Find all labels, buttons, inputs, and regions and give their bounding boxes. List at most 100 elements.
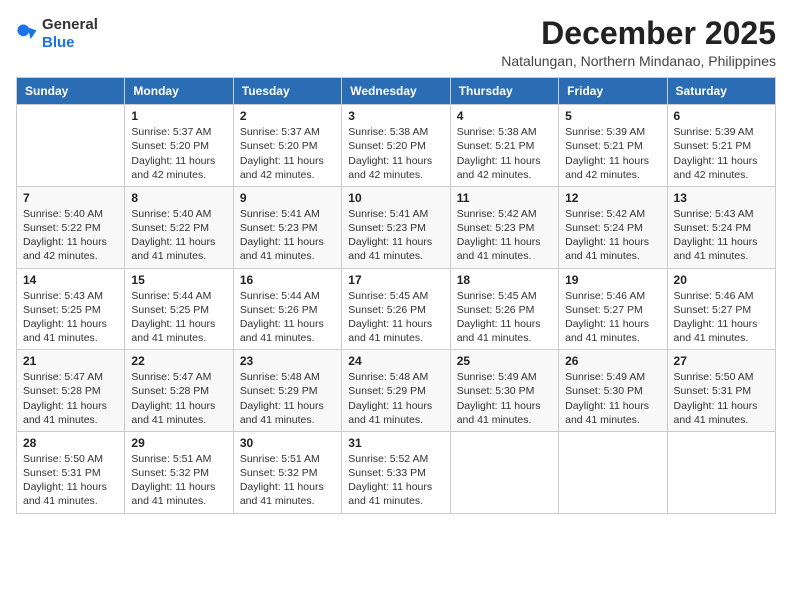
day-info: Sunrise: 5:51 AM Sunset: 5:32 PM Dayligh… [131, 452, 226, 509]
day-number: 19 [565, 273, 660, 287]
calendar-cell: 18Sunrise: 5:45 AM Sunset: 5:26 PM Dayli… [450, 268, 558, 350]
day-info: Sunrise: 5:38 AM Sunset: 5:21 PM Dayligh… [457, 125, 552, 182]
calendar-cell: 23 Sunrise: 5:48 AM Sunset: 5:29 PM Dayli… [233, 350, 341, 432]
day-info: Sunrise: 5:50 AM Sunset: 5:31 PM Dayligh… [23, 452, 118, 509]
logo-icon [16, 23, 38, 45]
calendar-cell: 25 Sunrise: 5:49 AM Sunset: 5:30 PM Dayli… [450, 350, 558, 432]
day-number: 9 [240, 191, 335, 205]
day-number: 2 [240, 109, 335, 123]
weekday-header-monday: Monday [125, 78, 233, 105]
calendar-cell: 3Sunrise: 5:38 AM Sunset: 5:20 PM Daylig… [342, 105, 450, 187]
day-number: 21 [23, 354, 118, 368]
calendar-week-4: 21 Sunrise: 5:47 AM Sunset: 5:28 PM Dayli… [17, 350, 776, 432]
day-info: Sunrise: 5:50 AM Sunset: 5:31 PM Dayligh… [674, 370, 769, 427]
calendar-cell: 26 Sunrise: 5:49 AM Sunset: 5:30 PM Dayli… [559, 350, 667, 432]
calendar-cell: 24Sunrise: 5:48 AM Sunset: 5:29 PM Dayli… [342, 350, 450, 432]
calendar-cell: 6 Sunrise: 5:39 AM Sunset: 5:21 PM Daylig… [667, 105, 775, 187]
calendar-cell: 12 Sunrise: 5:42 AM Sunset: 5:24 PM Dayli… [559, 186, 667, 268]
calendar-table: SundayMondayTuesdayWednesdayThursdayFrid… [16, 77, 776, 513]
calendar-cell: 19 Sunrise: 5:46 AM Sunset: 5:27 PM Dayli… [559, 268, 667, 350]
day-info: Sunrise: 5:39 AM Sunset: 5:21 PM Dayligh… [674, 125, 769, 182]
day-info: Sunrise: 5:41 AM Sunset: 5:23 PM Dayligh… [348, 207, 443, 264]
day-number: 13 [674, 191, 769, 205]
calendar-cell: 20Sunrise: 5:46 AM Sunset: 5:27 PM Dayli… [667, 268, 775, 350]
day-info: Sunrise: 5:40 AM Sunset: 5:22 PM Dayligh… [131, 207, 226, 264]
day-info: Sunrise: 5:44 AM Sunset: 5:25 PM Dayligh… [131, 289, 226, 346]
logo-general: General [42, 16, 98, 33]
logo: General Blue [16, 16, 98, 52]
weekday-header-saturday: Saturday [667, 78, 775, 105]
title-block: December 2025 Natalungan, Northern Minda… [501, 16, 776, 69]
day-info: Sunrise: 5:42 AM Sunset: 5:23 PM Dayligh… [457, 207, 552, 264]
calendar-cell: 10 Sunrise: 5:41 AM Sunset: 5:23 PM Dayli… [342, 186, 450, 268]
day-info: Sunrise: 5:41 AM Sunset: 5:23 PM Dayligh… [240, 207, 335, 264]
calendar-cell: 4 Sunrise: 5:38 AM Sunset: 5:21 PM Daylig… [450, 105, 558, 187]
weekday-header-row: SundayMondayTuesdayWednesdayThursdayFrid… [17, 78, 776, 105]
day-info: Sunrise: 5:46 AM Sunset: 5:27 PM Dayligh… [565, 289, 660, 346]
weekday-header-friday: Friday [559, 78, 667, 105]
calendar-cell: 2 Sunrise: 5:37 AM Sunset: 5:20 PM Daylig… [233, 105, 341, 187]
day-number: 8 [131, 191, 226, 205]
calendar-cell: 8 Sunrise: 5:40 AM Sunset: 5:22 PM Daylig… [125, 186, 233, 268]
day-number: 12 [565, 191, 660, 205]
day-info: Sunrise: 5:47 AM Sunset: 5:28 PM Dayligh… [23, 370, 118, 427]
day-info: Sunrise: 5:49 AM Sunset: 5:30 PM Dayligh… [457, 370, 552, 427]
calendar-week-1: 1 Sunrise: 5:37 AM Sunset: 5:20 PM Daylig… [17, 105, 776, 187]
calendar-cell: 14Sunrise: 5:43 AM Sunset: 5:25 PM Dayli… [17, 268, 125, 350]
day-info: Sunrise: 5:37 AM Sunset: 5:20 PM Dayligh… [131, 125, 226, 182]
day-number: 26 [565, 354, 660, 368]
weekday-header-wednesday: Wednesday [342, 78, 450, 105]
calendar-cell: 27 Sunrise: 5:50 AM Sunset: 5:31 PM Dayli… [667, 350, 775, 432]
day-number: 3 [348, 109, 443, 123]
day-number: 17 [348, 273, 443, 287]
calendar-week-2: 7Sunrise: 5:40 AM Sunset: 5:22 PM Daylig… [17, 186, 776, 268]
day-number: 29 [131, 436, 226, 450]
day-number: 1 [131, 109, 226, 123]
day-number: 25 [457, 354, 552, 368]
calendar-cell [17, 105, 125, 187]
calendar-cell [559, 431, 667, 513]
day-number: 30 [240, 436, 335, 450]
day-number: 23 [240, 354, 335, 368]
calendar-cell: 7Sunrise: 5:40 AM Sunset: 5:22 PM Daylig… [17, 186, 125, 268]
day-number: 16 [240, 273, 335, 287]
day-info: Sunrise: 5:51 AM Sunset: 5:32 PM Dayligh… [240, 452, 335, 509]
day-info: Sunrise: 5:39 AM Sunset: 5:21 PM Dayligh… [565, 125, 660, 182]
day-number: 11 [457, 191, 552, 205]
calendar-cell: 1 Sunrise: 5:37 AM Sunset: 5:20 PM Daylig… [125, 105, 233, 187]
day-info: Sunrise: 5:37 AM Sunset: 5:20 PM Dayligh… [240, 125, 335, 182]
day-number: 18 [457, 273, 552, 287]
page-header: General Blue December 2025 Natalungan, N… [16, 16, 776, 69]
location-subtitle: Natalungan, Northern Mindanao, Philippin… [501, 53, 776, 69]
calendar-cell [450, 431, 558, 513]
day-number: 28 [23, 436, 118, 450]
day-number: 4 [457, 109, 552, 123]
day-number: 14 [23, 273, 118, 287]
day-info: Sunrise: 5:42 AM Sunset: 5:24 PM Dayligh… [565, 207, 660, 264]
day-number: 15 [131, 273, 226, 287]
calendar-cell: 22Sunrise: 5:47 AM Sunset: 5:28 PM Dayli… [125, 350, 233, 432]
month-title: December 2025 [501, 16, 776, 51]
day-number: 10 [348, 191, 443, 205]
day-info: Sunrise: 5:46 AM Sunset: 5:27 PM Dayligh… [674, 289, 769, 346]
calendar-cell: 17 Sunrise: 5:45 AM Sunset: 5:26 PM Dayli… [342, 268, 450, 350]
calendar-cell: 9 Sunrise: 5:41 AM Sunset: 5:23 PM Daylig… [233, 186, 341, 268]
day-info: Sunrise: 5:49 AM Sunset: 5:30 PM Dayligh… [565, 370, 660, 427]
calendar-cell: 15 Sunrise: 5:44 AM Sunset: 5:25 PM Dayli… [125, 268, 233, 350]
day-info: Sunrise: 5:40 AM Sunset: 5:22 PM Dayligh… [23, 207, 118, 264]
calendar-cell: 13 Sunrise: 5:43 AM Sunset: 5:24 PM Dayli… [667, 186, 775, 268]
calendar-week-3: 14Sunrise: 5:43 AM Sunset: 5:25 PM Dayli… [17, 268, 776, 350]
day-info: Sunrise: 5:48 AM Sunset: 5:29 PM Dayligh… [240, 370, 335, 427]
day-number: 22 [131, 354, 226, 368]
day-number: 31 [348, 436, 443, 450]
day-number: 6 [674, 109, 769, 123]
calendar-cell [667, 431, 775, 513]
day-number: 24 [348, 354, 443, 368]
day-info: Sunrise: 5:45 AM Sunset: 5:26 PM Dayligh… [348, 289, 443, 346]
weekday-header-sunday: Sunday [17, 78, 125, 105]
day-info: Sunrise: 5:43 AM Sunset: 5:24 PM Dayligh… [674, 207, 769, 264]
calendar-cell: 11 Sunrise: 5:42 AM Sunset: 5:23 PM Dayli… [450, 186, 558, 268]
calendar-cell: 31Sunrise: 5:52 AM Sunset: 5:33 PM Dayli… [342, 431, 450, 513]
day-number: 27 [674, 354, 769, 368]
calendar-cell: 16Sunrise: 5:44 AM Sunset: 5:26 PM Dayli… [233, 268, 341, 350]
